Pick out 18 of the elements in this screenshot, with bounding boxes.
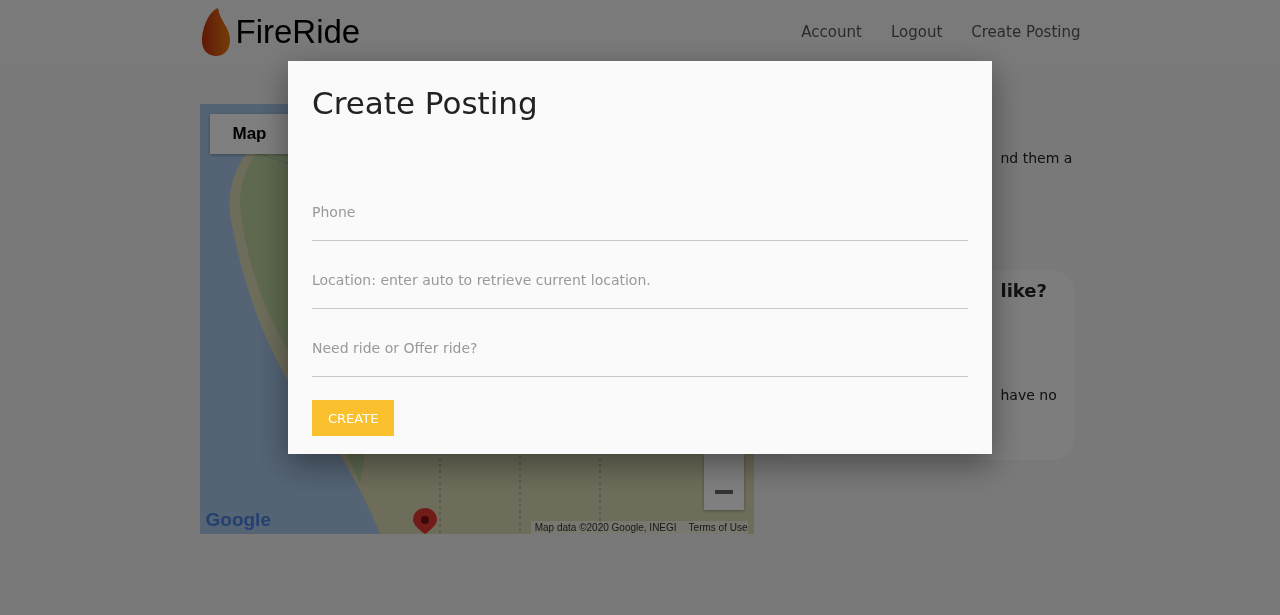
card-text: have no bbox=[1000, 387, 1058, 403]
nav-link[interactable]: Account bbox=[801, 23, 862, 41]
brand-name[interactable]: FireRide bbox=[235, 13, 361, 51]
map-pin-icon bbox=[411, 508, 438, 534]
minus-icon bbox=[714, 490, 733, 494]
dialog-title: Create Posting bbox=[312, 85, 539, 123]
input-field[interactable]: Need ride or Offer ride? bbox=[312, 323, 968, 377]
zoom-out-button[interactable] bbox=[703, 454, 744, 510]
flame-icon bbox=[199, 7, 232, 57]
nav-link[interactable]: Logout bbox=[890, 23, 943, 41]
intro-text: nd them a bbox=[1000, 150, 1074, 166]
input-field[interactable]: Location: enter auto to retrieve current location. bbox=[312, 255, 968, 309]
terms-link[interactable]: Terms of Use bbox=[688, 522, 748, 533]
map-type-button[interactable]: Map bbox=[209, 114, 290, 154]
map-attribution: Map data ©2020 Google, INEGI bbox=[534, 522, 677, 533]
card-heading: like? bbox=[1000, 280, 1048, 301]
input-field[interactable]: Phone bbox=[312, 187, 968, 241]
nav-link[interactable]: Create Posting bbox=[971, 23, 1081, 41]
